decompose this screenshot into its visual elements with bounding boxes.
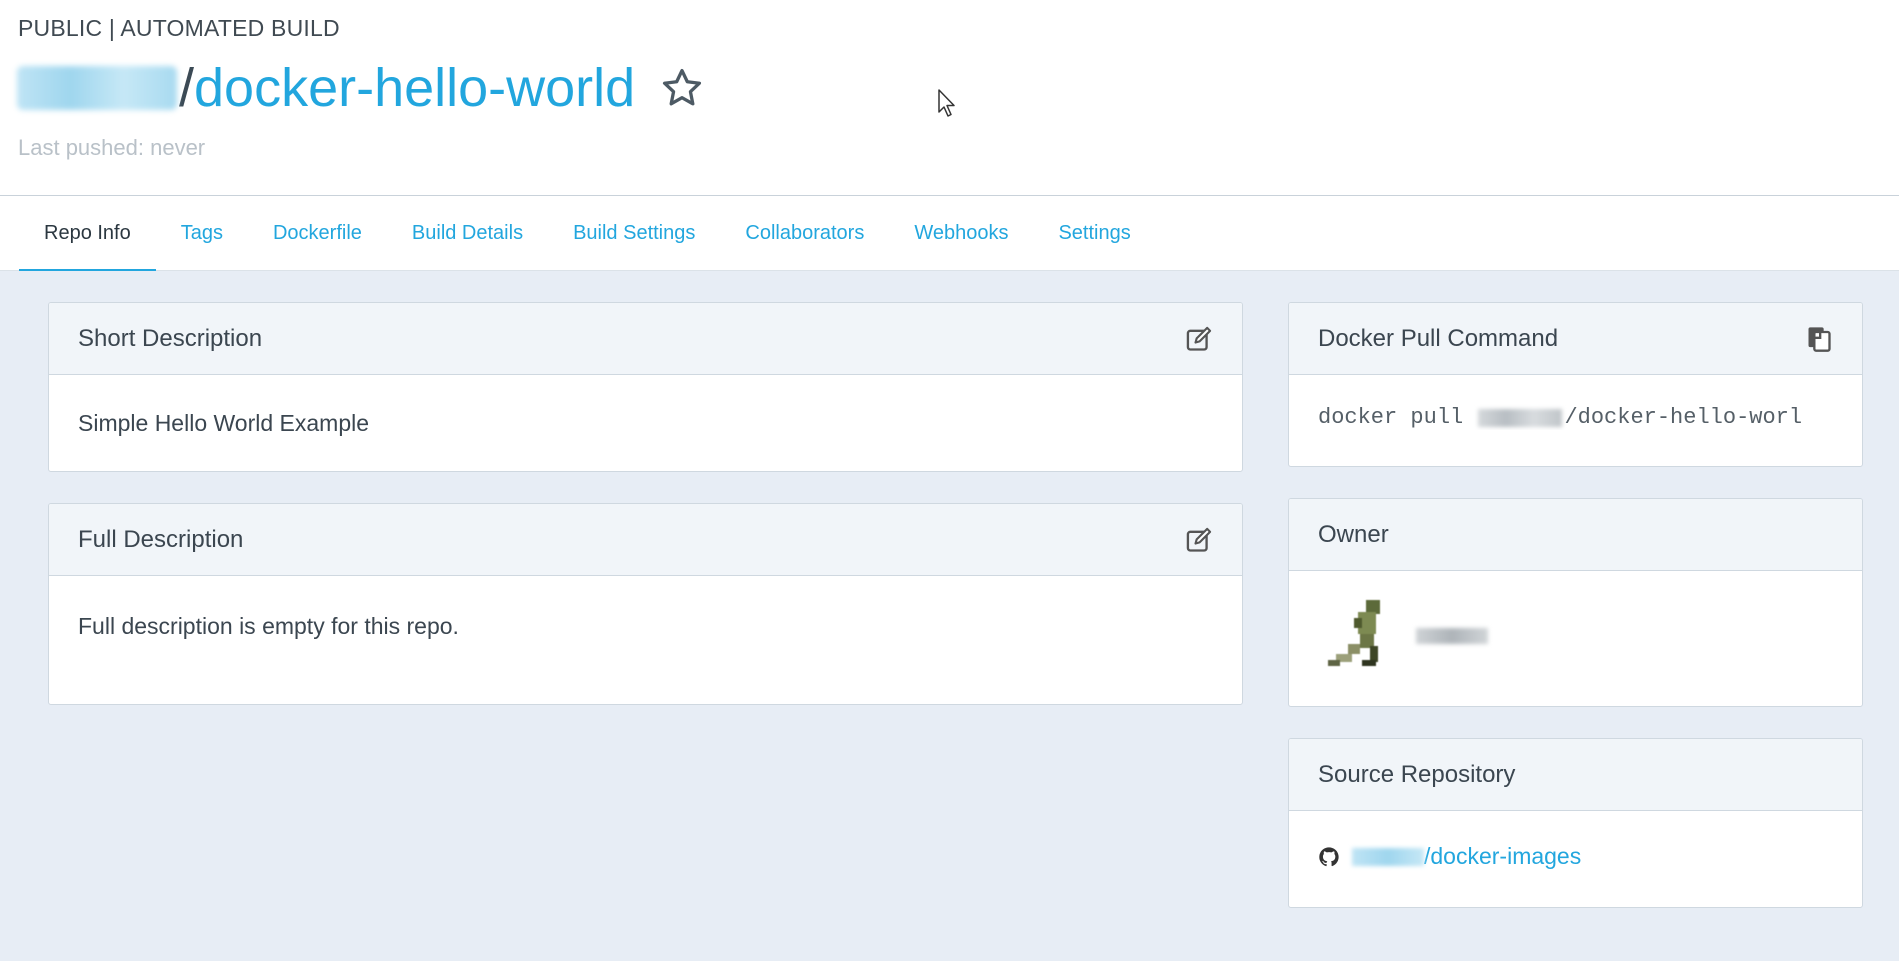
tab-tags[interactable]: Tags	[156, 196, 248, 270]
full-description-panel: Full Description Full description is emp…	[48, 503, 1243, 705]
source-repository-header: Source Repository	[1289, 739, 1862, 811]
repo-title: / docker-hello-world	[17, 57, 707, 119]
tab-webhooks[interactable]: Webhooks	[889, 196, 1033, 270]
source-repository-body: /docker-images	[1289, 811, 1862, 870]
tab-build-settings[interactable]: Build Settings	[548, 196, 720, 270]
source-repository-owner-redacted	[1352, 847, 1424, 866]
docker-pull-command-header: Docker Pull Command	[1289, 303, 1862, 375]
cursor-icon	[938, 89, 955, 117]
tab-settings[interactable]: Settings	[1033, 196, 1155, 270]
pull-command-prefix: docker pull	[1318, 405, 1477, 430]
docker-pull-command-title: Docker Pull Command	[1318, 324, 1559, 352]
owner-title: Owner	[1318, 520, 1389, 548]
edit-icon[interactable]	[1185, 526, 1213, 554]
tab-repo-info[interactable]: Repo Info	[19, 196, 156, 271]
full-description-text: Full description is empty for this repo.	[78, 613, 459, 639]
owner-panel: Owner	[1288, 498, 1863, 707]
docker-pull-command-panel: Docker Pull Command docker pull /docker-…	[1288, 302, 1863, 467]
owner-body	[1289, 571, 1862, 676]
tab-collaborators[interactable]: Collaborators	[720, 196, 889, 270]
copy-icon[interactable]	[1805, 325, 1833, 353]
full-description-title: Full Description	[78, 525, 244, 553]
github-icon	[1319, 846, 1339, 866]
owner-name-redacted[interactable]	[1416, 628, 1488, 644]
tab-build-details[interactable]: Build Details	[387, 196, 548, 270]
short-description-text: Simple Hello World Example	[78, 410, 370, 436]
star-icon[interactable]	[657, 63, 707, 113]
source-repository-title: Source Repository	[1318, 760, 1516, 788]
docker-pull-command-text[interactable]: docker pull /docker-hello-worl	[1318, 405, 1833, 430]
tab-dockerfile[interactable]: Dockerfile	[248, 196, 387, 270]
owner-header: Owner	[1289, 499, 1862, 571]
full-description-header: Full Description	[49, 504, 1242, 576]
repo-name[interactable]: docker-hello-world	[194, 57, 635, 119]
repo-tabs: Repo Info Tags Dockerfile Build Details …	[0, 196, 1899, 271]
repo-owner-redacted[interactable]	[17, 66, 177, 110]
source-repository-link[interactable]: /docker-images	[1318, 843, 1581, 870]
source-repository-name: /docker-images	[1424, 843, 1582, 869]
edit-icon[interactable]	[1185, 325, 1213, 353]
repo-header: PUBLIC | AUTOMATED BUILD / docker-hello-…	[0, 0, 1899, 196]
repo-visibility-badge: PUBLIC | AUTOMATED BUILD	[18, 15, 340, 41]
docker-pull-command-body[interactable]: docker pull /docker-hello-worl	[1289, 375, 1862, 430]
short-description-title: Short Description	[78, 324, 263, 352]
repo-title-separator: /	[179, 58, 195, 118]
pull-command-suffix: /docker-hello-worl	[1564, 405, 1803, 430]
avatar[interactable]	[1318, 596, 1398, 676]
last-pushed-text: Last pushed: never	[18, 135, 206, 160]
short-description-header: Short Description	[49, 303, 1242, 375]
short-description-panel: Short Description Simple Hello World Exa…	[48, 302, 1243, 472]
source-repository-panel: Source Repository /docker-images	[1288, 738, 1863, 908]
pull-command-owner-redacted	[1478, 408, 1563, 427]
